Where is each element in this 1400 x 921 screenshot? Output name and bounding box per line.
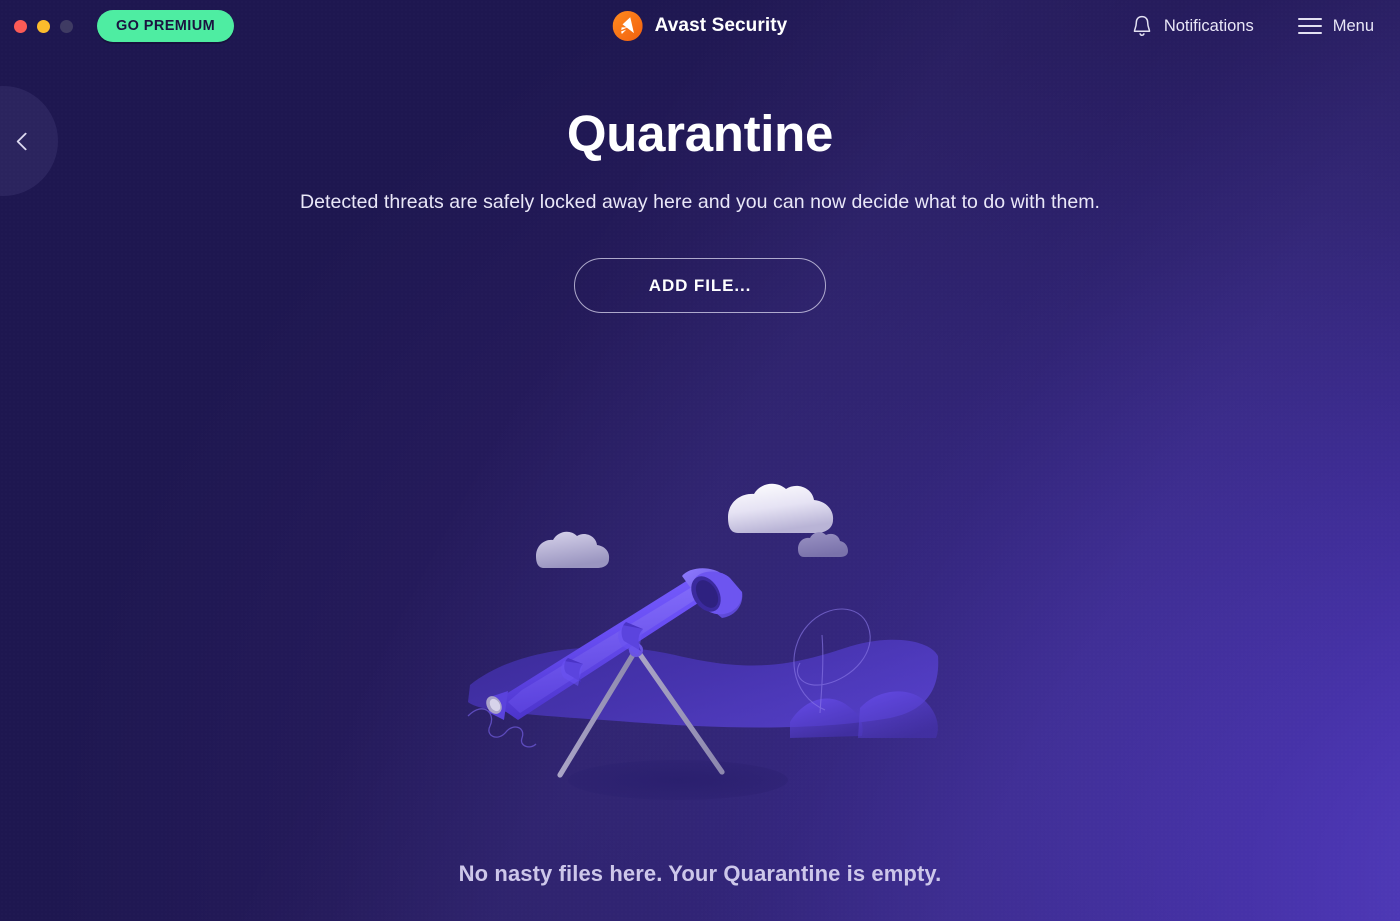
menu-button[interactable]: Menu [1297,16,1374,36]
menu-label: Menu [1332,16,1374,35]
close-window-button[interactable] [14,19,27,33]
quarantine-page: Quarantine Detected threats are safely l… [0,0,1400,921]
empty-state-message: No nasty files here. Your Quarantine is … [458,861,942,886]
window-titlebar: GO PREMIUM Avast Security Notifications … [0,0,1400,52]
avast-logo-icon [612,11,643,41]
notifications-label: Notifications [1163,16,1254,35]
app-brand: Avast Security [612,11,788,41]
minimize-window-button[interactable] [37,19,50,33]
go-premium-button[interactable]: GO PREMIUM [97,10,235,42]
traffic-light-controls [14,19,73,33]
bell-icon [1131,14,1153,38]
avast-security-window: GO PREMIUM Avast Security Notifications … [0,0,1400,921]
page-title: Quarantine [566,105,834,162]
notifications-button[interactable]: Notifications [1131,14,1254,38]
hamburger-menu-icon [1297,18,1322,34]
chevron-left-icon [15,131,35,151]
page-subtitle: Detected threats are safely locked away … [299,191,1101,213]
zoom-window-button[interactable] [60,19,73,33]
titlebar-actions: Notifications Menu [1131,14,1374,38]
app-title: Avast Security [654,15,788,36]
add-file-button[interactable]: ADD FILE... [574,258,826,313]
